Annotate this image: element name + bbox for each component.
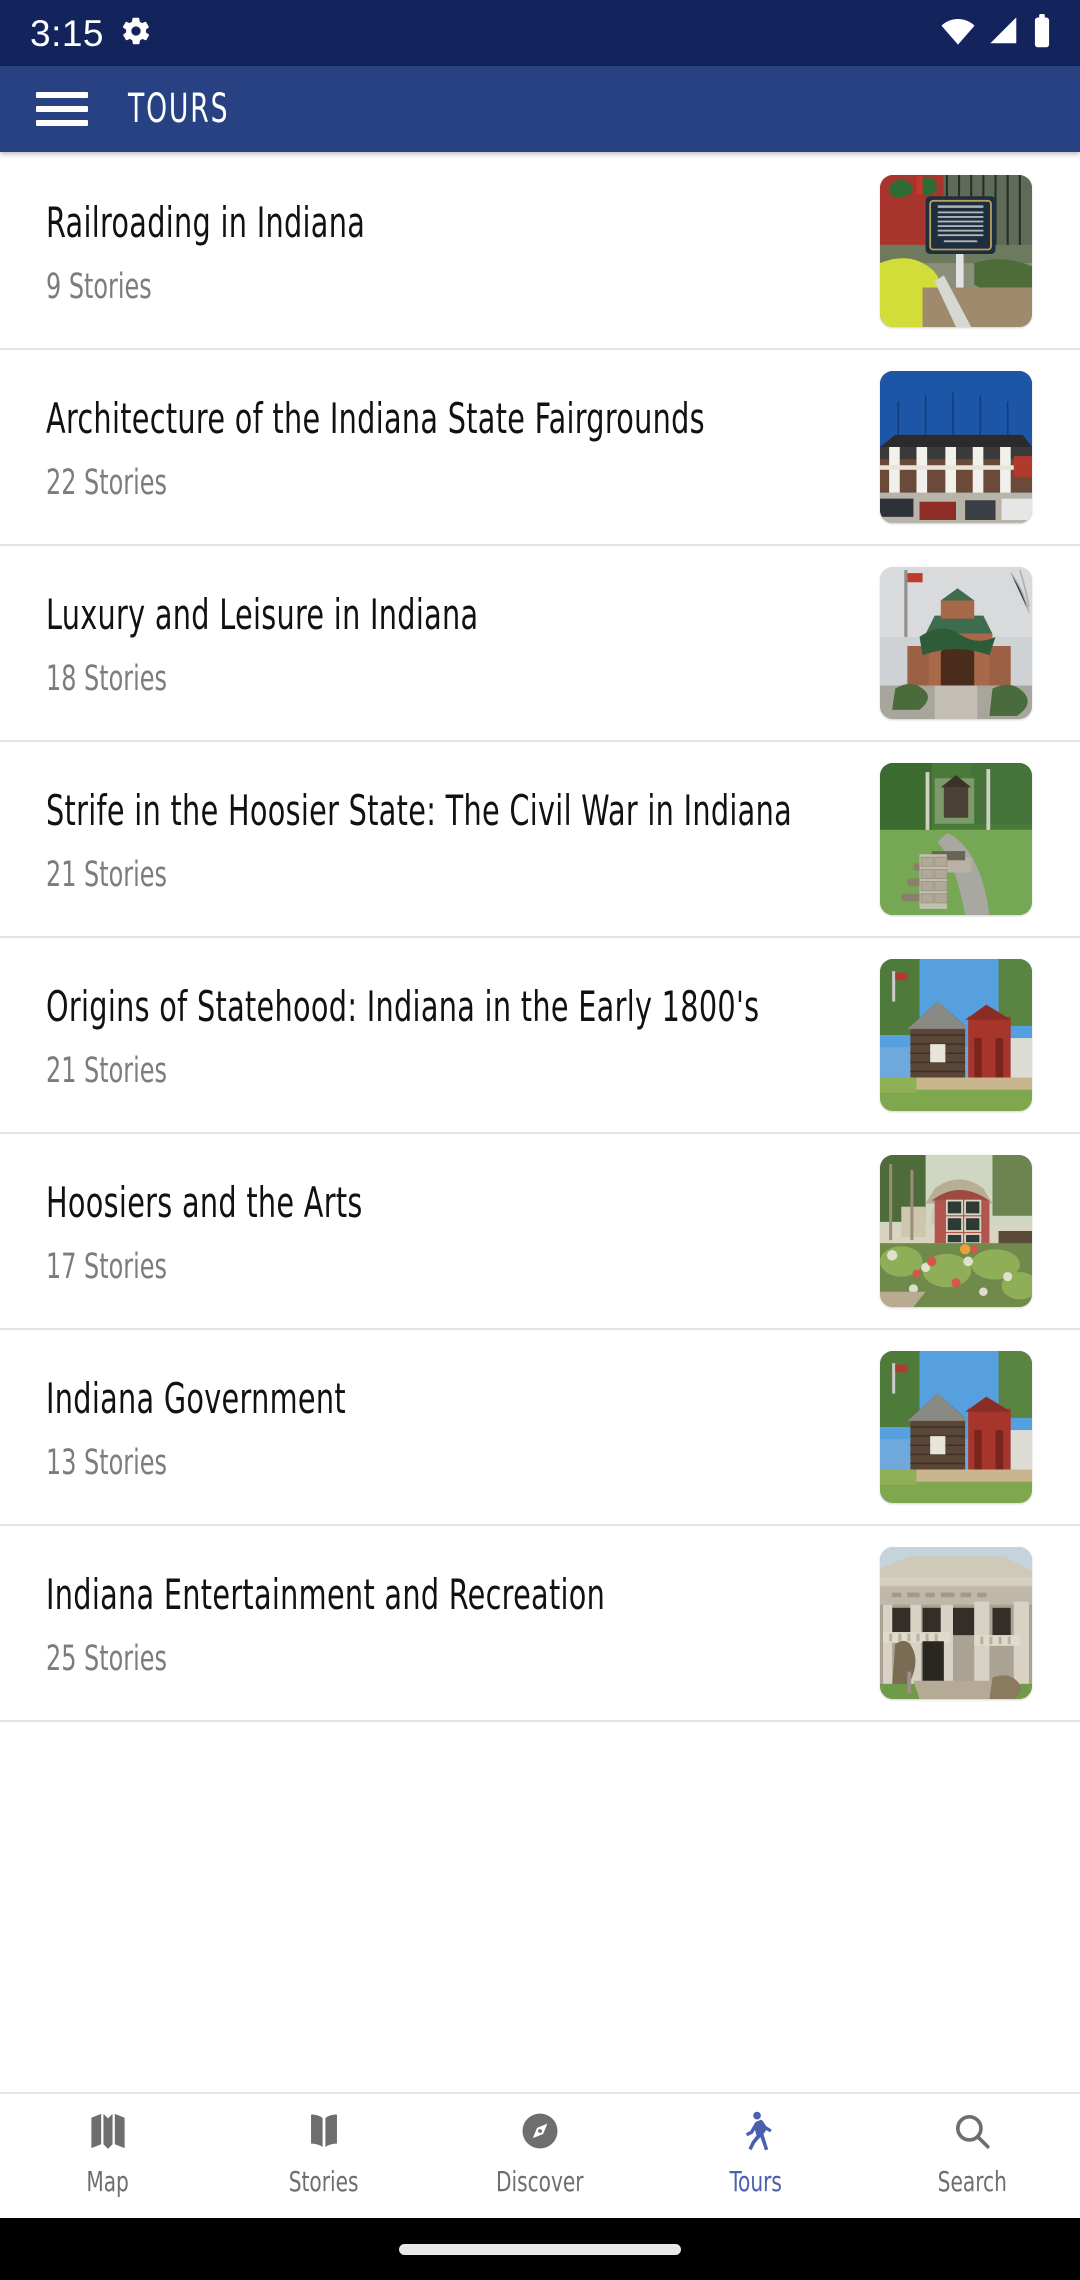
red-barn-studio-thumbnail-art bbox=[880, 1155, 1032, 1307]
tour-list-item[interactable]: Architecture of the Indiana State Fairgr… bbox=[0, 350, 1080, 546]
tour-list-item[interactable]: Origins of Statehood: Indiana in the Ear… bbox=[0, 938, 1080, 1134]
nav-item-stories[interactable]: Stories bbox=[216, 2108, 432, 2198]
magnifying-glass-icon bbox=[949, 2108, 995, 2154]
log-cabin-thumbnail-art bbox=[880, 959, 1032, 1111]
tour-story-count: 25 Stories bbox=[46, 1639, 167, 1680]
tour-thumbnail[interactable] bbox=[880, 959, 1032, 1111]
nav-label-map: Map bbox=[86, 2165, 130, 2198]
system-gesture-bar bbox=[0, 2218, 1080, 2280]
battery-icon bbox=[1032, 13, 1052, 53]
limestone-building-thumbnail-art bbox=[880, 1547, 1032, 1699]
tour-thumbnail[interactable] bbox=[880, 1351, 1032, 1503]
page-title: TOURS bbox=[128, 86, 230, 132]
nav-item-discover[interactable]: Discover bbox=[432, 2108, 648, 2198]
app-bar: TOURS bbox=[0, 66, 1080, 152]
tours-list[interactable]: Railroading in Indiana 9 Stories Archite… bbox=[0, 152, 1080, 2092]
tour-title: Strife in the Hoosier State: The Civil W… bbox=[46, 785, 792, 835]
hamburger-line bbox=[36, 106, 88, 112]
tour-thumbnail[interactable] bbox=[880, 371, 1032, 523]
tour-list-item[interactable]: Indiana Government 13 Stories bbox=[0, 1330, 1080, 1526]
tour-story-count: 17 Stories bbox=[46, 1247, 167, 1288]
folded-map-icon bbox=[85, 2108, 131, 2154]
tour-list-item[interactable]: Luxury and Leisure in Indiana 18 Stories bbox=[0, 546, 1080, 742]
nav-item-search[interactable]: Search bbox=[864, 2108, 1080, 2198]
tour-list-item[interactable]: Strife in the Hoosier State: The Civil W… bbox=[0, 742, 1080, 938]
tour-text-block: Indiana Entertainment and Recreation 25 … bbox=[46, 1567, 880, 1680]
tour-list-item[interactable]: Railroading in Indiana 9 Stories bbox=[0, 154, 1080, 350]
status-bar-right bbox=[940, 13, 1052, 53]
tour-story-count: 18 Stories bbox=[46, 659, 167, 700]
tour-thumbnail[interactable] bbox=[880, 567, 1032, 719]
tour-story-count: 21 Stories bbox=[46, 855, 167, 896]
tour-text-block: Luxury and Leisure in Indiana 18 Stories bbox=[46, 587, 880, 700]
log-cabin-thumbnail-art bbox=[880, 1351, 1032, 1503]
tour-text-block: Architecture of the Indiana State Fairgr… bbox=[46, 391, 880, 504]
cellular-signal-icon bbox=[987, 16, 1021, 51]
walking-person-icon bbox=[733, 2108, 779, 2154]
tour-title: Luxury and Leisure in Indiana bbox=[46, 589, 479, 639]
gear-icon bbox=[120, 15, 152, 52]
tour-thumbnail[interactable] bbox=[880, 1547, 1032, 1699]
civil-war-park-thumbnail-art bbox=[880, 763, 1032, 915]
tour-text-block: Strife in the Hoosier State: The Civil W… bbox=[46, 783, 880, 896]
historical-marker-thumbnail-art bbox=[880, 175, 1032, 327]
hamburger-line bbox=[36, 120, 88, 126]
nav-label-tours: Tours bbox=[729, 2165, 783, 2198]
tour-thumbnail[interactable] bbox=[880, 1155, 1032, 1307]
hamburger-line bbox=[36, 92, 88, 98]
tour-thumbnail[interactable] bbox=[880, 763, 1032, 915]
status-bar-clock: 3:15 bbox=[30, 12, 105, 54]
tour-title: Railroading in Indiana bbox=[46, 197, 366, 247]
tour-story-count: 13 Stories bbox=[46, 1443, 167, 1484]
tour-text-block: Origins of Statehood: Indiana in the Ear… bbox=[46, 979, 880, 1092]
tour-title: Origins of Statehood: Indiana in the Ear… bbox=[46, 981, 760, 1031]
tour-title: Architecture of the Indiana State Fairgr… bbox=[46, 393, 705, 443]
app-screen: 3:15 TOURS Railroading in Indiana 9 Stor… bbox=[0, 0, 1080, 2280]
compass-icon bbox=[517, 2108, 563, 2154]
nav-label-discover: Discover bbox=[496, 2165, 584, 2198]
tour-story-count: 9 Stories bbox=[46, 267, 152, 308]
home-indicator-pill[interactable] bbox=[399, 2243, 681, 2255]
nav-item-map[interactable]: Map bbox=[0, 2108, 216, 2198]
nav-label-search: Search bbox=[937, 2165, 1007, 2198]
status-bar-left: 3:15 bbox=[30, 15, 152, 52]
tour-text-block: Railroading in Indiana 9 Stories bbox=[46, 195, 880, 308]
tour-story-count: 22 Stories bbox=[46, 463, 167, 504]
tour-list-item[interactable]: Hoosiers and the Arts 17 Stories bbox=[0, 1134, 1080, 1330]
tour-thumbnail[interactable] bbox=[880, 175, 1032, 327]
tour-title: Indiana Entertainment and Recreation bbox=[46, 1569, 606, 1619]
nav-label-stories: Stories bbox=[289, 2165, 359, 2198]
open-book-icon bbox=[301, 2108, 347, 2154]
hamburger-menu-icon[interactable] bbox=[36, 90, 88, 128]
status-bar: 3:15 bbox=[0, 0, 1080, 66]
tour-title: Hoosiers and the Arts bbox=[46, 1177, 363, 1227]
tour-story-count: 21 Stories bbox=[46, 1051, 167, 1092]
tour-text-block: Indiana Government 13 Stories bbox=[46, 1371, 880, 1484]
nav-item-tours[interactable]: Tours bbox=[648, 2108, 864, 2198]
wifi-icon bbox=[940, 16, 976, 51]
tour-title: Indiana Government bbox=[46, 1373, 346, 1423]
tour-list-item[interactable]: Indiana Entertainment and Recreation 25 … bbox=[0, 1526, 1080, 1722]
tour-text-block: Hoosiers and the Arts 17 Stories bbox=[46, 1175, 880, 1288]
luxury-building-thumbnail-art bbox=[880, 567, 1032, 719]
bottom-navigation-bar: Map Stories Discover Tours Search bbox=[0, 2092, 1080, 2218]
fairgrounds-grandstand-thumbnail-art bbox=[880, 371, 1032, 523]
